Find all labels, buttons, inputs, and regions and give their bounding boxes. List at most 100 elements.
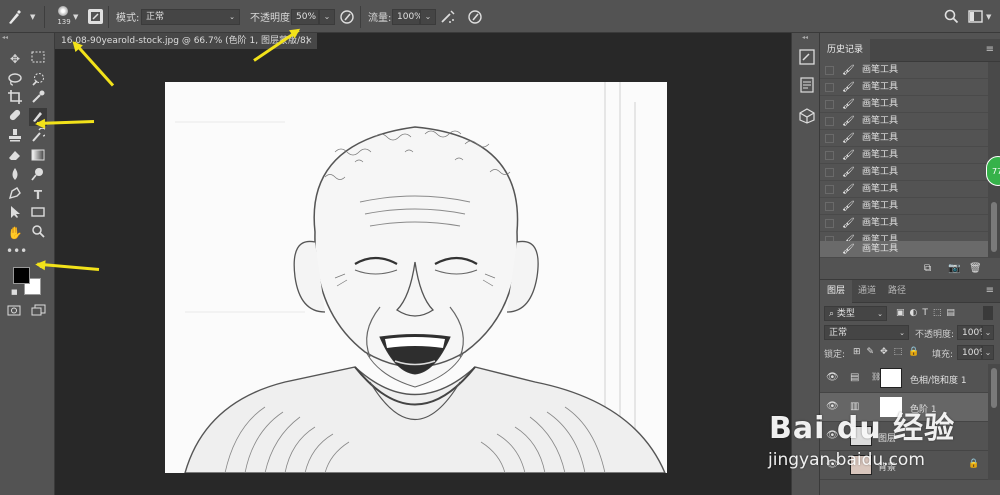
layer-filter-select[interactable]: ⌕ 类型 ⌄ (824, 306, 887, 321)
blur-tool-icon[interactable] (6, 167, 24, 185)
history-item[interactable]: 🖌画笔工具 (820, 62, 988, 79)
history-item[interactable]: 🖌画笔工具 (820, 181, 988, 198)
clone-stamp-tool-icon[interactable] (6, 128, 24, 146)
gradient-tool-icon[interactable] (29, 148, 47, 166)
mode-label: 模式: (116, 13, 140, 24)
dodge-tool-icon[interactable] (29, 167, 47, 185)
tab-layers[interactable]: 图层 (820, 280, 853, 303)
search-icon: ⌕ (829, 309, 835, 319)
lasso-tool-icon[interactable] (6, 72, 24, 90)
brush-icon: 🖌 (842, 201, 855, 212)
mode-select[interactable]: 正常 ⌄ (141, 9, 240, 25)
pressure-opacity-icon[interactable] (339, 9, 355, 28)
blend-mode-value: 正常 (829, 328, 848, 338)
collapse-icon[interactable]: ◂◂ (2, 34, 8, 41)
path-selection-tool-icon[interactable] (6, 205, 24, 223)
pen-tool-icon[interactable] (6, 186, 24, 204)
quick-selection-tool-icon[interactable] (29, 72, 47, 90)
tab-history[interactable]: 历史记录 (820, 39, 871, 62)
quick-mask-icon[interactable] (7, 305, 21, 319)
search-icon[interactable] (944, 9, 959, 27)
opacity-input[interactable]: 50% (291, 9, 319, 25)
3d-panel-icon[interactable] (799, 108, 815, 127)
workspace-icon[interactable] (968, 10, 983, 26)
tab-channels[interactable]: 通道 (851, 280, 883, 303)
history-item[interactable]: 🖌画笔工具 (820, 198, 988, 215)
brush-preset-dropdown-icon[interactable]: ▼ (73, 0, 78, 33)
marquee-tool-icon[interactable] (29, 50, 47, 68)
crop-tool-icon[interactable] (6, 90, 24, 108)
tool-preset-dropdown[interactable]: ▼ (30, 0, 35, 33)
airbrush-icon[interactable] (440, 9, 456, 28)
brush-tool-icon[interactable] (6, 0, 22, 33)
blend-mode-select[interactable]: 正常 ⌄ (824, 325, 909, 340)
history-brush-tool-icon[interactable] (29, 127, 48, 146)
default-colors-icon[interactable]: ■ (11, 288, 18, 296)
layer-opacity-dropdown[interactable]: ⌄ (982, 325, 994, 340)
history-item[interactable]: 🖌画笔工具 (820, 96, 988, 113)
layers-scrollbar[interactable] (988, 364, 1000, 480)
history-item[interactable]: 🖌画笔工具 (820, 113, 988, 130)
workspace-dropdown-icon[interactable]: ▼ (986, 0, 991, 33)
eraser-tool-icon[interactable] (6, 148, 24, 166)
chevron-down-icon: ⌄ (899, 329, 905, 337)
history-item[interactable]: 🖌画笔工具 (820, 79, 988, 96)
layer-opacity-label: 不透明度: (915, 330, 955, 340)
screen-mode-icon[interactable] (31, 304, 46, 319)
rectangle-tool-icon[interactable] (29, 205, 47, 223)
snapshot-camera-icon[interactable]: 📷 (948, 263, 960, 274)
lock-icon: 🔒 (968, 459, 980, 469)
close-tab-icon[interactable]: × (305, 33, 317, 49)
fill-input[interactable]: 100% (957, 345, 988, 360)
layer-filter-icons[interactable]: ▣◐T⬚▤ (896, 308, 960, 318)
history-item[interactable]: 🖌画笔工具 (820, 164, 988, 181)
lock-icons[interactable]: ⊞✎✥⬚🔒 (853, 347, 925, 357)
delete-trash-icon[interactable]: 🗑 (969, 263, 982, 274)
type-tool-icon[interactable]: T (29, 186, 47, 204)
brush-icon: 🖌 (842, 244, 855, 255)
layer-row-hue-saturation[interactable]: 👁 ▤ ⛓ 色相/饱和度 1 (820, 364, 988, 393)
tab-paths[interactable]: 路径 (881, 280, 913, 303)
history-panel-header: 历史记录 ≡ (820, 39, 1000, 62)
collapse-icon[interactable]: ◂◂ (802, 34, 808, 41)
brush-icon: 🖌 (842, 116, 855, 127)
document-tab[interactable]: 16 08-90yearold-stock.jpg @ 66.7% (色阶 1,… (55, 33, 317, 49)
eye-icon[interactable]: 👁 (826, 372, 839, 383)
mode-value: 正常 (146, 12, 165, 22)
brush-preset-picker[interactable]: 139 (53, 4, 75, 30)
chevron-down-icon: ⌄ (877, 310, 883, 318)
filter-toggle[interactable] (983, 306, 993, 320)
zoom-tool-icon[interactable] (29, 224, 47, 242)
history-panel-icon[interactable] (799, 49, 815, 68)
brush-settings-icon[interactable] (88, 9, 103, 24)
image-canvas[interactable] (165, 82, 667, 473)
properties-panel-icon[interactable] (799, 77, 815, 96)
panel-menu-icon[interactable]: ≡ (986, 285, 994, 296)
layer-mask-thumbnail (880, 368, 902, 388)
flow-label: 流量: (368, 13, 392, 24)
new-document-from-state-icon[interactable]: ⧉ (924, 263, 931, 274)
move-tool-icon[interactable]: ✥ (6, 50, 24, 68)
foreground-color-swatch-top[interactable] (13, 267, 30, 284)
eyedropper-tool-icon[interactable] (29, 90, 47, 108)
fill-dropdown[interactable]: ⌄ (982, 345, 994, 360)
panel-menu-icon[interactable]: ≡ (986, 44, 994, 55)
watermark-url: jingyan.baidu.com (768, 450, 925, 470)
badge[interactable]: 77 (986, 156, 1000, 186)
flow-input[interactable]: 100% (392, 9, 423, 25)
pressure-size-icon[interactable] (467, 9, 483, 28)
brush-icon: 🖌 (842, 133, 855, 144)
history-item[interactable]: 🖌画笔工具 (820, 215, 988, 232)
healing-brush-tool-icon[interactable] (6, 108, 24, 126)
layer-opacity-input[interactable]: 100% (957, 325, 988, 340)
flow-dropdown[interactable]: ⌄ (420, 9, 436, 25)
brush-icon: 🖌 (842, 218, 855, 229)
history-item[interactable]: 🖌画笔工具 (820, 130, 988, 147)
opacity-dropdown[interactable]: ⌄ (319, 9, 335, 25)
hand-tool-icon[interactable]: ✋ (6, 224, 24, 242)
lock-label: 锁定: (824, 350, 846, 360)
history-item[interactable]: 🖌画笔工具 (820, 147, 988, 164)
more-tools-icon[interactable]: ••• (6, 242, 27, 260)
history-item-selected[interactable]: 🖌 画笔工具 (820, 241, 988, 258)
annotation-arrow-brush-tool (36, 120, 95, 125)
